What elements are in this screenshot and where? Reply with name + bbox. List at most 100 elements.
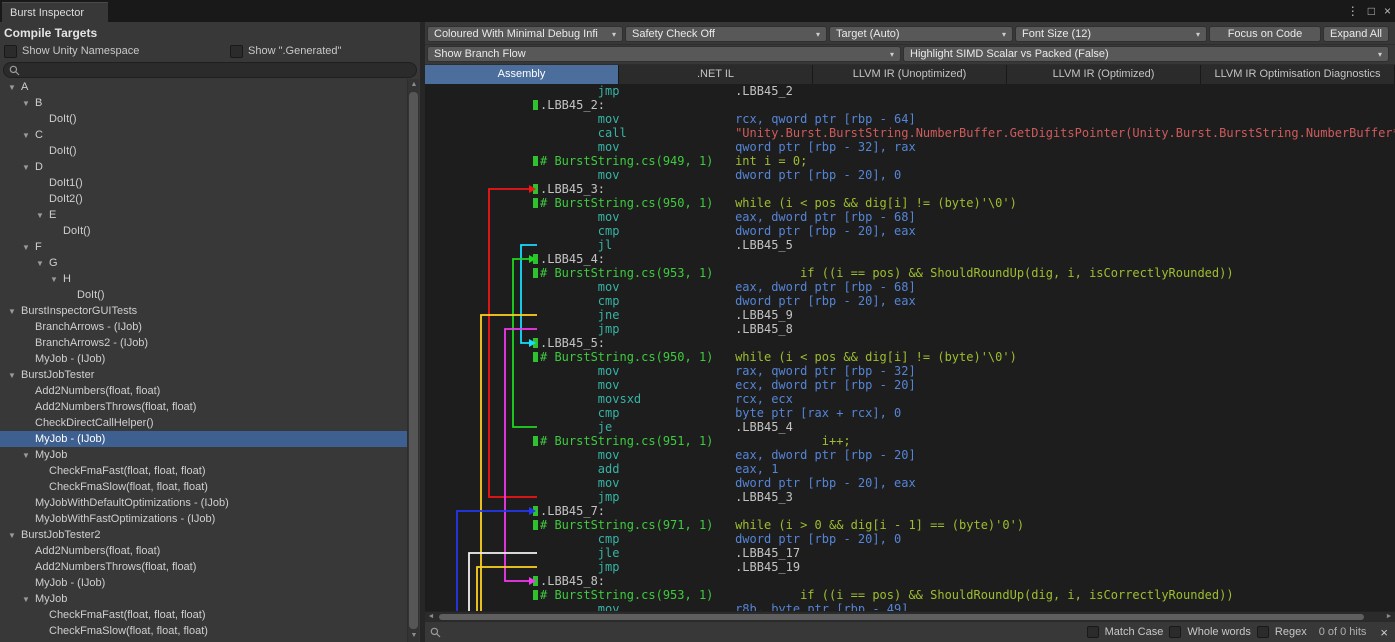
tree-item-myjob-ijob[interactable]: MyJob - (IJob) — [0, 431, 407, 447]
tree-item-f[interactable]: ▼F — [0, 239, 407, 255]
tree-item-brancharrows-ijob[interactable]: BranchArrows - (IJob) — [0, 319, 407, 335]
tab-assembly[interactable]: Assembly — [425, 65, 619, 84]
scroll-up-icon[interactable]: ▲ — [408, 79, 420, 91]
tree-item-label: MyJob — [35, 449, 67, 461]
maximize-icon[interactable]: □ — [1368, 4, 1375, 18]
foldout-icon[interactable]: ▼ — [50, 275, 63, 284]
tree-item-label: CheckFmaSlow(float, float, float) — [49, 481, 208, 493]
code-line: # BurstString.cs(951, 1) i++; — [425, 434, 1395, 448]
tree-item-checkfmafast-float-float-float[interactable]: CheckFmaFast(float, float, float) — [0, 463, 407, 479]
find-input[interactable] — [447, 626, 1081, 638]
tree-item-doit1[interactable]: DoIt1() — [0, 175, 407, 191]
whole-words-checkbox[interactable] — [1169, 626, 1181, 638]
foldout-icon[interactable]: ▼ — [22, 451, 35, 460]
target-dropdown[interactable]: Target (Auto)▾ — [829, 26, 1013, 42]
tab-llvm-ir-optimized[interactable]: LLVM IR (Optimized) — [1007, 65, 1201, 84]
foldout-icon[interactable]: ▼ — [22, 99, 35, 108]
tree-item-add2numbersthrows-float-float[interactable]: Add2NumbersThrows(float, float) — [0, 399, 407, 415]
tree-item-checkdirectcallhelper[interactable]: CheckDirectCallHelper() — [0, 415, 407, 431]
foldout-icon[interactable]: ▼ — [22, 243, 35, 252]
show-generated-checkbox[interactable] — [230, 45, 243, 58]
tree-item-label: DoIt() — [77, 289, 105, 301]
tab-net-il[interactable]: .NET IL — [619, 65, 813, 84]
tree-item-add2numbersthrows-float-float[interactable]: Add2NumbersThrows(float, float) — [0, 559, 407, 575]
safety-check-dropdown[interactable]: Safety Check Off▾ — [625, 26, 827, 42]
tree-item-checkfmaslow-float-float-float[interactable]: CheckFmaSlow(float, float, float) — [0, 623, 407, 639]
tree-scrollbar-thumb[interactable] — [409, 92, 418, 629]
tree-item-myjob[interactable]: ▼MyJob — [0, 591, 407, 607]
window-tab-title: Burst Inspector — [10, 7, 84, 19]
focus-on-code-button[interactable]: Focus on Code — [1209, 26, 1321, 42]
view-tabs: Assembly.NET ILLLVM IR (Unoptimized)LLVM… — [425, 65, 1395, 84]
code-line: jle .LBB45_17 — [425, 546, 1395, 560]
tree-item-doit[interactable]: DoIt() — [0, 223, 407, 239]
tree-item-doit[interactable]: DoIt() — [0, 143, 407, 159]
tree-item-doit2[interactable]: DoIt2() — [0, 191, 407, 207]
tree-item-checkfmaslow-float-float-float[interactable]: CheckFmaSlow(float, float, float) — [0, 479, 407, 495]
tree-item-add2numbers-float-float[interactable]: Add2Numbers(float, float) — [0, 383, 407, 399]
tree-item-add2numbers-float-float[interactable]: Add2Numbers(float, float) — [0, 543, 407, 559]
tab-llvm-ir-unoptimized[interactable]: LLVM IR (Unoptimized) — [813, 65, 1007, 84]
tree-item-myjobwithdefaultoptimizations-ijob[interactable]: MyJobWithDefaultOptimizations - (IJob) — [0, 495, 407, 511]
font-size-dropdown[interactable]: Font Size (12)▾ — [1015, 26, 1207, 42]
horizontal-scrollbar-thumb[interactable] — [439, 614, 1364, 620]
code-line: jl .LBB45_5 — [425, 238, 1395, 252]
foldout-icon[interactable]: ▼ — [8, 531, 21, 540]
tree-item-brancharrows2-ijob[interactable]: BranchArrows2 - (IJob) — [0, 335, 407, 351]
tree-item-label: BurstJobTester2 — [21, 529, 100, 541]
label-marker — [533, 100, 538, 110]
expand-all-button[interactable]: Expand All — [1323, 26, 1389, 42]
tree-item-myjobwithfastoptimizations-ijob[interactable]: MyJobWithFastOptimizations - (IJob) — [0, 511, 407, 527]
scroll-right-icon[interactable]: ► — [1383, 613, 1395, 620]
tree-item-myjob-ijob[interactable]: MyJob - (IJob) — [0, 351, 407, 367]
tree-item-b[interactable]: ▼B — [0, 95, 407, 111]
chevron-down-icon: ▾ — [1196, 30, 1200, 39]
close-icon[interactable]: × — [1384, 4, 1391, 18]
menu-icon[interactable]: ⋮ — [1347, 4, 1359, 18]
search-hits-count: 0 of 0 hits — [1319, 626, 1367, 638]
show-unity-namespace-checkbox[interactable] — [4, 45, 17, 58]
tree-item-e[interactable]: ▼E — [0, 207, 407, 223]
tree-item-d[interactable]: ▼D — [0, 159, 407, 175]
tree-item-burstjobtester2[interactable]: ▼BurstJobTester2 — [0, 527, 407, 543]
regex-checkbox[interactable] — [1257, 626, 1269, 638]
tree-item-burstjobtester[interactable]: ▼BurstJobTester — [0, 367, 407, 383]
foldout-icon[interactable]: ▼ — [36, 259, 49, 268]
code-line: # BurstString.cs(953, 1) if ((i == pos) … — [425, 588, 1395, 602]
debug-info-dropdown[interactable]: Coloured With Minimal Debug Infi▾ — [427, 26, 623, 42]
tree-item-burstinspectorguitests[interactable]: ▼BurstInspectorGUITests — [0, 303, 407, 319]
tree-item-doit[interactable]: DoIt() — [0, 287, 407, 303]
code-line: .LBB45_4: — [425, 252, 1395, 266]
scroll-left-icon[interactable]: ◄ — [425, 613, 437, 620]
foldout-icon[interactable]: ▼ — [36, 211, 49, 220]
branch-flow-dropdown[interactable]: Show Branch Flow▾ — [427, 46, 901, 62]
simd-highlight-dropdown[interactable]: Highlight SIMD Scalar vs Packed (False)▾ — [903, 46, 1389, 62]
targets-search-input[interactable] — [24, 64, 411, 76]
foldout-icon[interactable]: ▼ — [22, 163, 35, 172]
tree-item-doit[interactable]: DoIt() — [0, 111, 407, 127]
tree-item-h[interactable]: ▼H — [0, 271, 407, 287]
tree-item-checkfmafast-float-float-float[interactable]: CheckFmaFast(float, float, float) — [0, 607, 407, 623]
tree-item-g[interactable]: ▼G — [0, 255, 407, 271]
foldout-icon[interactable]: ▼ — [22, 131, 35, 140]
code-line: jmp .LBB45_8 — [425, 322, 1395, 336]
window-tab[interactable]: Burst Inspector — [2, 2, 108, 22]
scroll-down-icon[interactable]: ▼ — [408, 630, 420, 642]
tree-item-a[interactable]: ▼A — [0, 79, 407, 95]
tree-item-c[interactable]: ▼C — [0, 127, 407, 143]
foldout-icon[interactable]: ▼ — [8, 83, 21, 92]
foldout-icon[interactable]: ▼ — [8, 307, 21, 316]
tree-item-label: MyJob - (IJob) — [35, 433, 105, 445]
code-line: # BurstString.cs(950, 1) while (i < pos … — [425, 350, 1395, 364]
code-line: jmp .LBB45_19 — [425, 560, 1395, 574]
find-close-icon[interactable]: × — [1378, 625, 1390, 640]
foldout-icon[interactable]: ▼ — [8, 371, 21, 380]
compile-targets-tree: ▼A▼BDoIt()▼CDoIt()▼DDoIt1()DoIt2()▼EDoIt… — [0, 79, 407, 642]
foldout-icon[interactable]: ▼ — [22, 595, 35, 604]
tree-item-myjob-ijob[interactable]: MyJob - (IJob) — [0, 575, 407, 591]
tab-llvm-ir-optimisation-diagnostics[interactable]: LLVM IR Optimisation Diagnostics — [1201, 65, 1395, 84]
match-case-checkbox[interactable] — [1087, 626, 1099, 638]
tree-item-myjob[interactable]: ▼MyJob — [0, 447, 407, 463]
tree-scrollbar[interactable]: ▲ ▼ — [407, 79, 419, 642]
label-marker — [533, 506, 538, 516]
